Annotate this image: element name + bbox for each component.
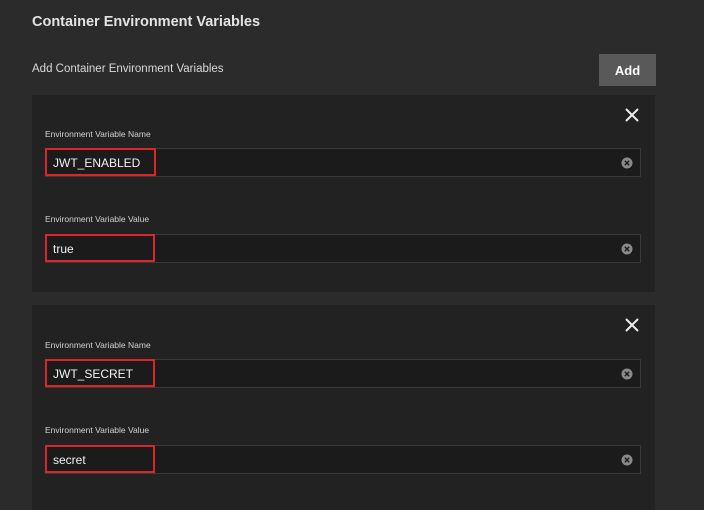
section-subtitle: Add Container Environment Variables — [32, 63, 224, 75]
env-variable-card: Environment Variable Name JWT_SECRET Env… — [32, 305, 655, 510]
clear-icon[interactable] — [621, 368, 633, 380]
name-input-value: JWT_ENABLED — [53, 156, 141, 170]
name-input[interactable]: JWT_ENABLED — [45, 148, 641, 177]
value-field-label: Environment Variable Value — [45, 214, 150, 224]
value-field-label: Environment Variable Value — [45, 425, 150, 435]
close-icon — [625, 318, 639, 332]
clear-icon[interactable] — [621, 157, 633, 169]
value-input-value: true — [53, 242, 74, 256]
name-input[interactable]: JWT_SECRET — [45, 359, 641, 388]
name-field-label: Environment Variable Name — [45, 129, 151, 139]
env-variable-card: Environment Variable Name JWT_ENABLED En… — [32, 95, 655, 292]
close-icon — [625, 108, 639, 122]
value-input-value: secret — [53, 453, 86, 467]
name-input-value: JWT_SECRET — [53, 367, 134, 381]
add-variable-button[interactable]: Add — [599, 54, 656, 86]
section-title: Container Environment Variables — [32, 14, 261, 30]
value-input[interactable]: true — [45, 234, 641, 263]
name-field-label: Environment Variable Name — [45, 340, 151, 350]
clear-icon[interactable] — [621, 454, 633, 466]
remove-variable-button[interactable] — [623, 316, 641, 334]
remove-variable-button[interactable] — [623, 106, 641, 124]
clear-icon[interactable] — [621, 243, 633, 255]
value-input[interactable]: secret — [45, 445, 641, 474]
